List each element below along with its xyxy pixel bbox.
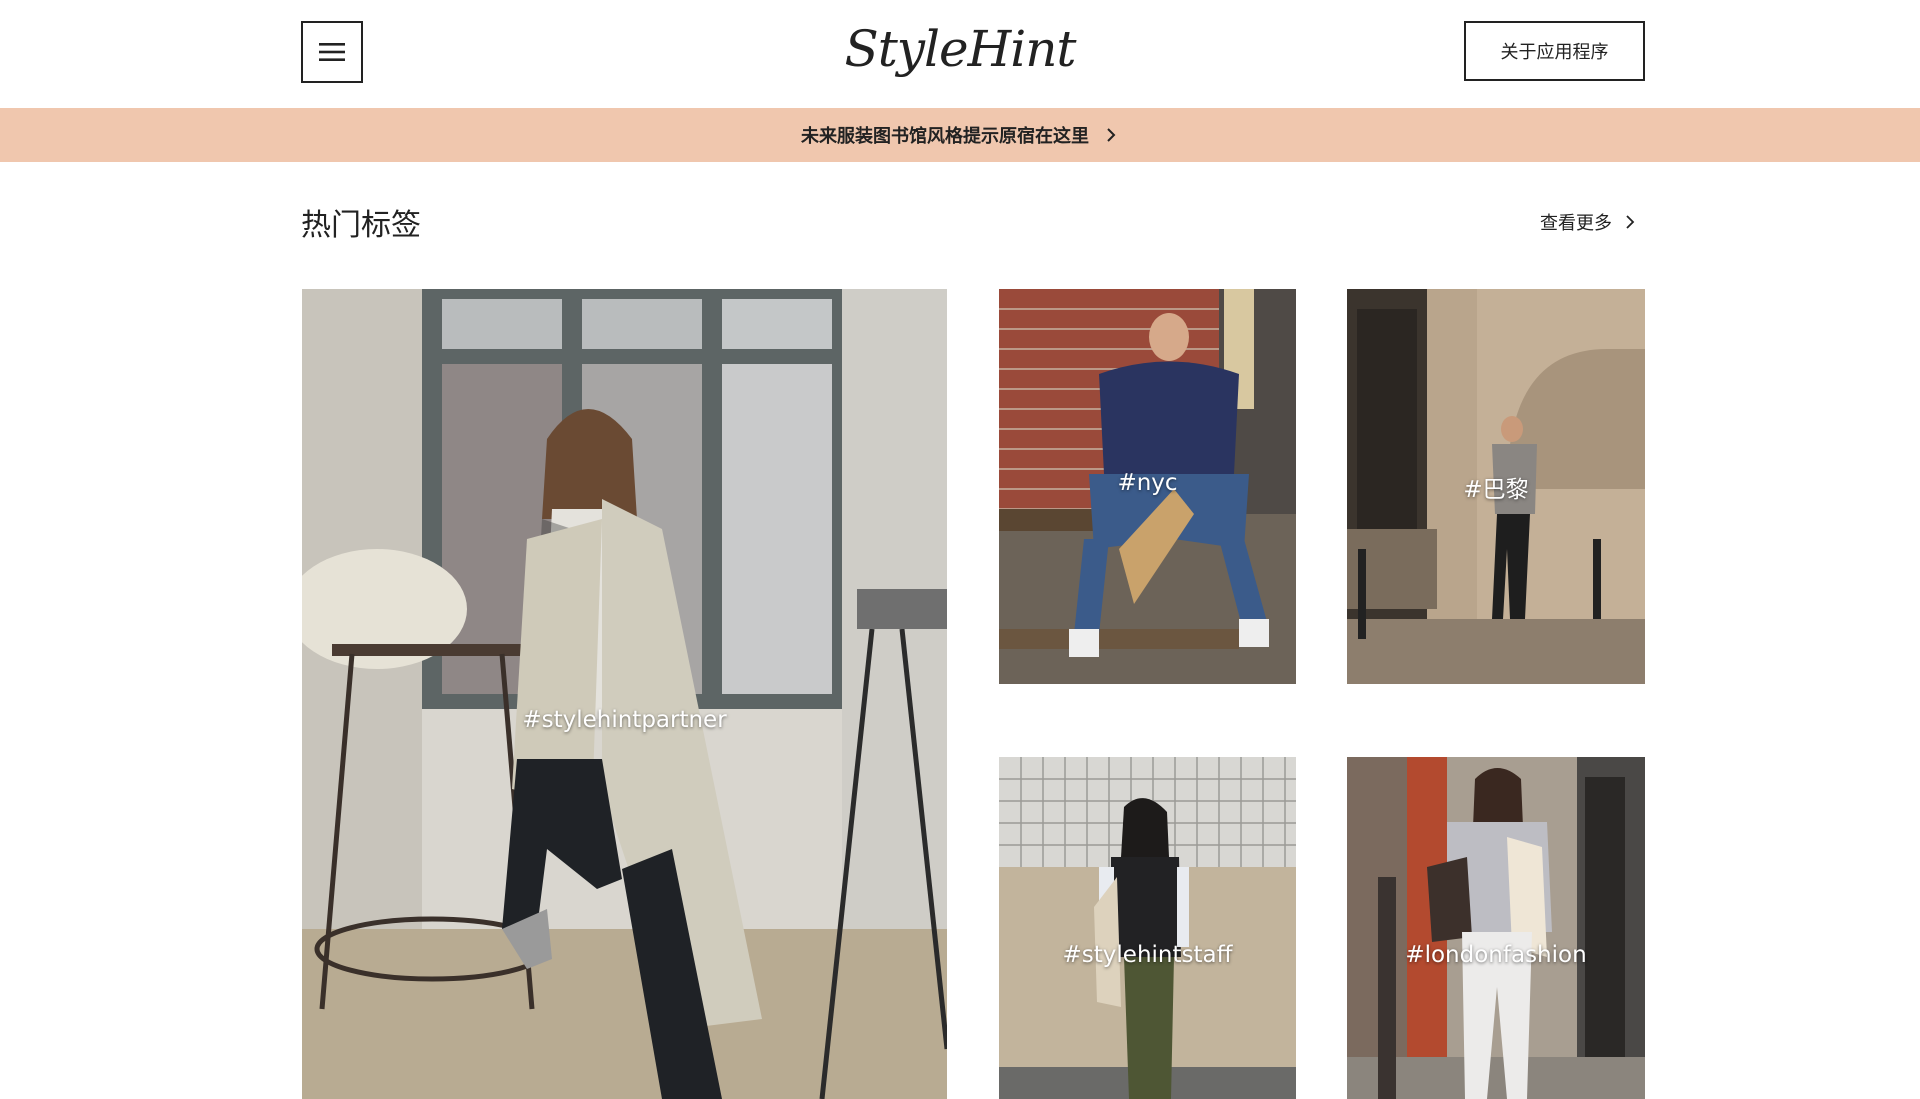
street-style-photo — [302, 289, 947, 1099]
see-more-label: 查看更多 — [1540, 213, 1612, 234]
hashtag-tile-paris[interactable]: #巴黎 — [1347, 289, 1645, 684]
hashtag-tile-nyc[interactable]: #nyc — [999, 289, 1296, 684]
hamburger-menu-icon — [319, 43, 345, 61]
promo-banner-text: 未来服装图书馆风格提示原宿在这里 — [801, 126, 1089, 147]
hashtag-label: #nyc — [1117, 470, 1178, 496]
hashtag-tile-londonfashion[interactable]: #londonfashion — [1347, 757, 1645, 1099]
hashtag-label: #巴黎 — [1463, 477, 1529, 503]
street-style-photo — [1347, 757, 1645, 1099]
hashtag-label: #stylehintpartner — [522, 707, 727, 733]
chevron-right-icon — [1107, 128, 1116, 142]
hashtag-tile-stylehintstaff[interactable]: #stylehintstaff — [999, 757, 1296, 1099]
stylehint-logo[interactable]: StyleHint — [820, 14, 1100, 84]
see-more-link[interactable]: 查看更多 — [1540, 209, 1636, 235]
hashtag-label: #stylehintstaff — [1062, 942, 1233, 968]
section-title: 热门标签 — [301, 208, 421, 243]
about-app-button[interactable]: 关于应用程序 — [1464, 21, 1645, 81]
chevron-right-icon — [1626, 215, 1635, 229]
street-style-photo — [999, 757, 1296, 1099]
top-header: StyleHint 关于应用程序 — [0, 0, 1920, 108]
hashtag-label: #londonfashion — [1405, 942, 1587, 968]
hamburger-menu-button[interactable] — [301, 21, 363, 83]
hashtag-tile-stylehintpartner[interactable]: #stylehintpartner — [302, 289, 947, 1099]
promo-banner[interactable]: 未来服装图书馆风格提示原宿在这里 — [0, 108, 1920, 162]
